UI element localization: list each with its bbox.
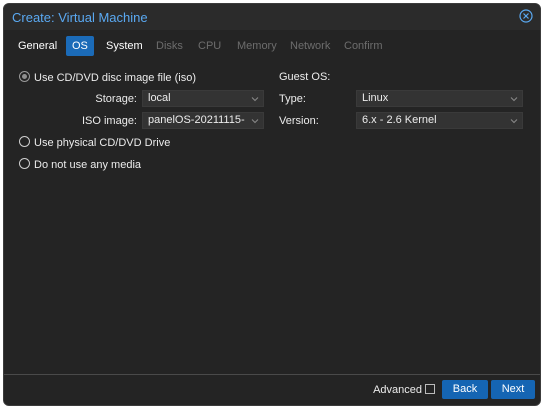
radio-none-indicator[interactable]: [19, 158, 30, 169]
tab-os[interactable]: OS: [66, 36, 94, 56]
tab-general[interactable]: General: [12, 36, 63, 56]
storage-select[interactable]: local: [142, 90, 264, 107]
os-type-value: Linux: [362, 92, 389, 104]
advanced-label: Advanced: [373, 384, 422, 396]
radio-physical-label: Use physical CD/DVD Drive: [34, 137, 171, 149]
chevron-down-icon: [510, 119, 518, 124]
create-vm-dialog: Create: Virtual Machine General OS Syste…: [3, 3, 541, 406]
chevron-down-icon: [251, 97, 259, 102]
chevron-down-icon: [510, 97, 518, 102]
iso-image-value: panelOS-20211115-52: [148, 114, 245, 126]
next-button[interactable]: Next: [491, 380, 535, 399]
tab-confirm[interactable]: Confirm: [338, 36, 389, 56]
radio-iso-label: Use CD/DVD disc image file (iso): [34, 72, 196, 84]
os-version-label: Version:: [279, 115, 319, 127]
dialog-footer: Advanced Back Next: [4, 374, 540, 405]
tab-disks[interactable]: Disks: [150, 36, 189, 56]
guest-os-heading: Guest OS:: [279, 71, 331, 83]
close-icon[interactable]: [519, 9, 533, 23]
advanced-checkbox[interactable]: [425, 384, 435, 394]
tab-memory[interactable]: Memory: [231, 36, 283, 56]
radio-iso-indicator[interactable]: [19, 71, 30, 82]
back-button[interactable]: Back: [442, 380, 488, 399]
storage-label: Storage:: [95, 93, 137, 105]
os-version-value: 6.x - 2.6 Kernel: [362, 114, 437, 126]
chevron-down-icon: [251, 119, 259, 124]
iso-image-select[interactable]: panelOS-20211115-52: [142, 112, 264, 129]
tab-network[interactable]: Network: [284, 36, 336, 56]
storage-value: local: [148, 92, 171, 104]
radio-none-label: Do not use any media: [34, 159, 142, 171]
tab-cpu[interactable]: CPU: [192, 36, 227, 56]
os-version-select[interactable]: 6.x - 2.6 Kernel: [356, 112, 523, 129]
os-type-select[interactable]: Linux: [356, 90, 523, 107]
dialog-titlebar: Create: Virtual Machine: [4, 4, 540, 30]
dialog-title: Create: Virtual Machine: [12, 10, 148, 25]
tab-system[interactable]: System: [100, 36, 149, 56]
radio-physical-indicator[interactable]: [19, 136, 30, 147]
os-panel: Use CD/DVD disc image file (iso) Storage…: [4, 64, 540, 375]
os-type-label: Type:: [279, 93, 306, 105]
iso-image-label: ISO image:: [81, 115, 137, 127]
